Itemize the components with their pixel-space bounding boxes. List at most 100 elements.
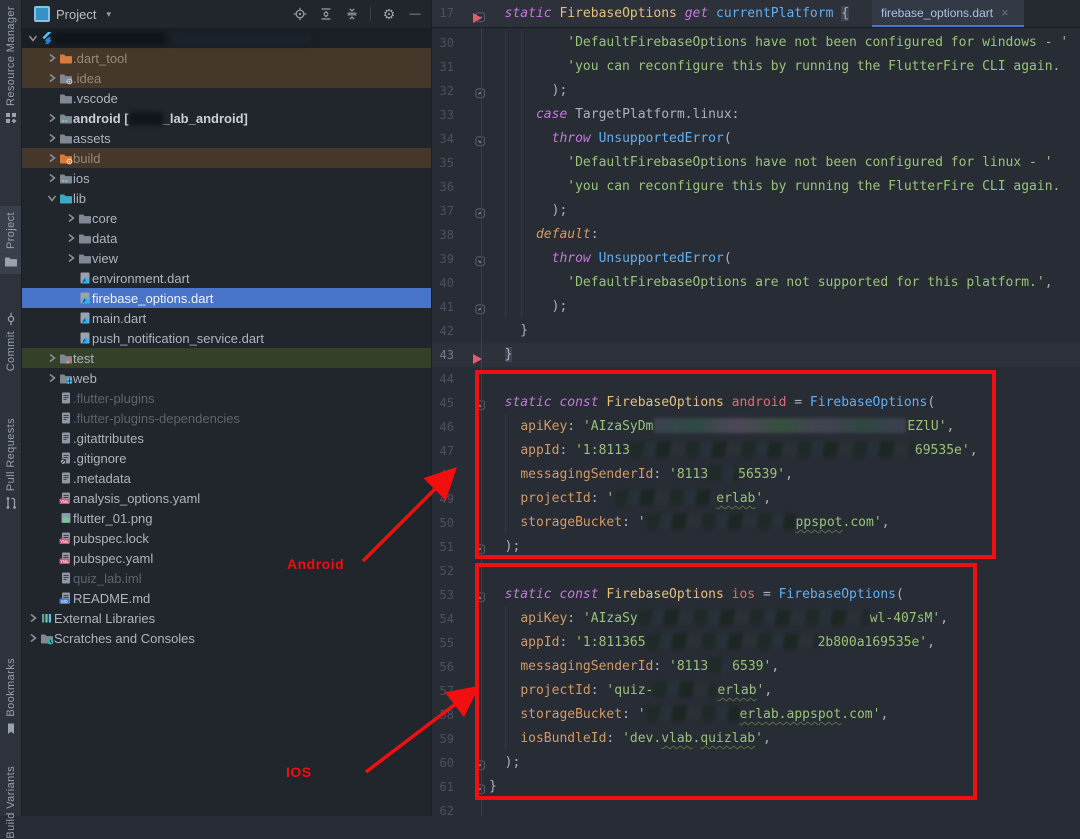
chevron-right-icon[interactable]: [44, 171, 59, 185]
line-number[interactable]: 40: [432, 271, 454, 295]
line-number[interactable]: 53: [432, 583, 454, 607]
code-line-38[interactable]: 38 default:: [432, 223, 1080, 247]
chevron-right-icon[interactable]: [63, 231, 78, 245]
code-line-33[interactable]: 33 case TargetPlatform.linux:: [432, 103, 1080, 127]
stripe-tab-project[interactable]: Project: [0, 206, 21, 274]
code-line-35[interactable]: 35 'DefaultFirebaseOptions have not been…: [432, 151, 1080, 175]
code-line-56[interactable]: 56 messagingSenderId: '81136539',: [432, 655, 1080, 679]
code-line-54[interactable]: 54 apiKey: 'AIzaSywl-407sM',: [432, 607, 1080, 631]
line-number[interactable]: 57: [432, 679, 454, 703]
code-line-45[interactable]: 45 static const FirebaseOptions android …: [432, 391, 1080, 415]
line-number[interactable]: 46: [432, 415, 454, 439]
line-number[interactable]: 56: [432, 655, 454, 679]
line-number[interactable]: 47: [432, 439, 454, 463]
tab-firebase-options[interactable]: firebase_options.dart ×: [872, 0, 1024, 27]
line-number[interactable]: 43: [432, 343, 454, 367]
code-line-31[interactable]: 31 'you can reconfigure this by running …: [432, 55, 1080, 79]
expand-all-icon[interactable]: [318, 6, 334, 22]
tree-item-android[interactable]: android [_lab_android]: [21, 108, 431, 128]
chevron-right-icon[interactable]: [63, 211, 78, 225]
line-number[interactable]: 50: [432, 511, 454, 535]
tree-item-pubspec-lock[interactable]: YMLpubspec.lock: [21, 528, 431, 548]
code-line-50[interactable]: 50 storageBucket: 'ppspot.com',: [432, 511, 1080, 535]
line-number[interactable]: 54: [432, 607, 454, 631]
line-number[interactable]: 33: [432, 103, 454, 127]
line-number[interactable]: 60: [432, 751, 454, 775]
collapse-all-icon[interactable]: [344, 6, 360, 22]
line-number[interactable]: 52: [432, 559, 454, 583]
line-number[interactable]: 55: [432, 631, 454, 655]
code-line-62[interactable]: 62: [432, 799, 1080, 823]
code-line-59[interactable]: 59 iosBundleId: 'dev.vlab.quizlab',: [432, 727, 1080, 751]
code-line-44[interactable]: 44: [432, 367, 1080, 391]
tree-item-vscode[interactable]: .vscode: [21, 88, 431, 108]
settings-icon[interactable]: ⚙: [381, 6, 397, 22]
chevron-right-icon[interactable]: [44, 131, 59, 145]
line-number[interactable]: 59: [432, 727, 454, 751]
hide-icon[interactable]: —: [407, 6, 423, 22]
code-line-49[interactable]: 49 projectId: 'erlab',: [432, 487, 1080, 511]
code-line-40[interactable]: 40 'DefaultFirebaseOptions are not suppo…: [432, 271, 1080, 295]
code-line-36[interactable]: 36 'you can reconfigure this by running …: [432, 175, 1080, 199]
tree-item-ios[interactable]: ios: [21, 168, 431, 188]
code-line-53[interactable]: 53 static const FirebaseOptions ios = Fi…: [432, 583, 1080, 607]
code-line-37[interactable]: 37 );: [432, 199, 1080, 223]
tree-item-test[interactable]: test: [21, 348, 431, 368]
line-number[interactable]: 58: [432, 703, 454, 727]
code-line-58[interactable]: 58 storageBucket: 'erlab.appspot.com',: [432, 703, 1080, 727]
line-number[interactable]: 36: [432, 175, 454, 199]
tree-item-readme-md[interactable]: MDREADME.md: [21, 588, 431, 608]
chevron-right-icon[interactable]: [25, 611, 40, 625]
line-number[interactable]: 51: [432, 535, 454, 559]
chevron-right-icon[interactable]: [44, 351, 59, 365]
code-line-51[interactable]: 51 );: [432, 535, 1080, 559]
tree-item-dart-tool[interactable]: .dart_tool: [21, 48, 431, 68]
tree-item-view[interactable]: view: [21, 248, 431, 268]
tree-item-lib[interactable]: lib: [21, 188, 431, 208]
code-line-30[interactable]: 30 'DefaultFirebaseOptions have not been…: [432, 31, 1080, 55]
code-editor[interactable]: 30 'DefaultFirebaseOptions have not been…: [431, 0, 1080, 816]
line-number[interactable]: 61: [432, 775, 454, 799]
chevron-down-icon[interactable]: [44, 191, 59, 205]
tree-item-core[interactable]: core: [21, 208, 431, 228]
code-line-43[interactable]: 43 }: [432, 343, 1080, 367]
tree-item-web[interactable]: web: [21, 368, 431, 388]
code-line-60[interactable]: 60 );: [432, 751, 1080, 775]
code-line-57[interactable]: 57 projectId: 'quiz-erlab',: [432, 679, 1080, 703]
tree-item-idea[interactable]: .idea: [21, 68, 431, 88]
line-number[interactable]: 62: [432, 799, 454, 823]
tree-item-flutter-plugins[interactable]: .flutter-plugins: [21, 388, 431, 408]
tree-item-build[interactable]: build: [21, 148, 431, 168]
code-line-48[interactable]: 48 messagingSenderId: '811356539',: [432, 463, 1080, 487]
code-line-39[interactable]: 39 throw UnsupportedError(: [432, 247, 1080, 271]
tree-item-firebase-options-dart[interactable]: firebase_options.dart: [21, 288, 431, 308]
code-line-34[interactable]: 34 throw UnsupportedError(: [432, 127, 1080, 151]
tree-item-data[interactable]: data: [21, 228, 431, 248]
code-line-61[interactable]: 61}: [432, 775, 1080, 799]
code-line-42[interactable]: 42 }: [432, 319, 1080, 343]
line-number[interactable]: 39: [432, 247, 454, 271]
tree-item-metadata[interactable]: .metadata: [21, 468, 431, 488]
chevron-right-icon[interactable]: [44, 371, 59, 385]
line-number[interactable]: 35: [432, 151, 454, 175]
line-number[interactable]: 31: [432, 55, 454, 79]
tree-item-pubspec-yaml[interactable]: YMLpubspec.yaml: [21, 548, 431, 568]
chevron-right-icon[interactable]: [44, 71, 59, 85]
line-number[interactable]: 48: [432, 463, 454, 487]
chevron-right-icon[interactable]: [44, 151, 59, 165]
line-number[interactable]: 17: [432, 0, 454, 27]
line-number[interactable]: 49: [432, 487, 454, 511]
stripe-tab-bookmarks[interactable]: Bookmarks: [0, 658, 21, 736]
chevron-down-icon[interactable]: [25, 31, 40, 45]
line-number[interactable]: 44: [432, 367, 454, 391]
tree-item-push-notification-service-dart[interactable]: push_notification_service.dart: [21, 328, 431, 348]
stripe-tab-commit[interactable]: Commit: [0, 312, 21, 371]
code-line-47[interactable]: 47 appId: '1:811369535e',: [432, 439, 1080, 463]
line-number[interactable]: 37: [432, 199, 454, 223]
chevron-right-icon[interactable]: [25, 631, 40, 645]
chevron-right-icon[interactable]: [44, 111, 59, 125]
chevron-right-icon[interactable]: [63, 251, 78, 265]
tree-item-main-dart[interactable]: main.dart: [21, 308, 431, 328]
tree-item-project-root[interactable]: [21, 28, 431, 48]
stripe-tab-pull-requests[interactable]: Pull Requests: [0, 418, 21, 510]
